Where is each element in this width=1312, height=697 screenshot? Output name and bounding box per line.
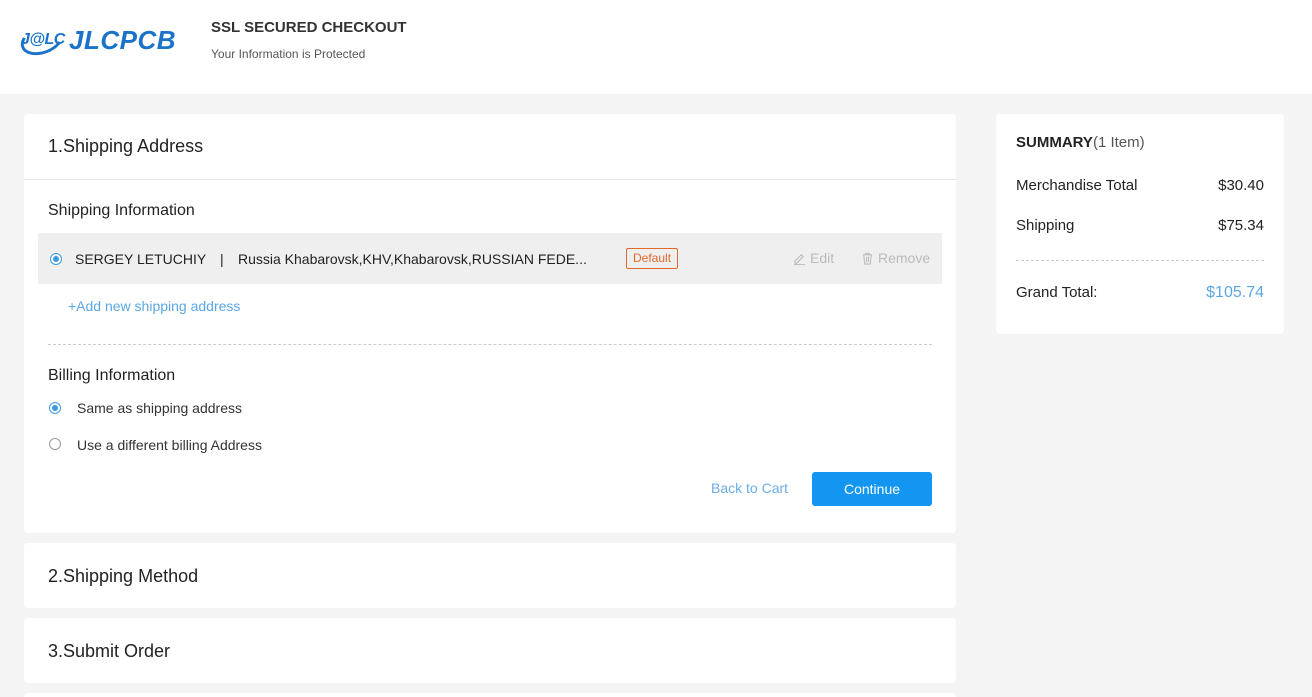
next-card bbox=[24, 693, 956, 697]
shipping-cost-value: $75.34 bbox=[1218, 217, 1264, 234]
grand-total-label: Grand Total: bbox=[1016, 284, 1098, 301]
merchandise-total-value: $30.40 bbox=[1218, 177, 1264, 194]
billing-different-radio[interactable] bbox=[49, 438, 61, 450]
jlcpcb-logo[interactable]: J@LC JLCPCB bbox=[16, 19, 179, 61]
merchandise-total-row: Merchandise Total $30.40 bbox=[1016, 177, 1264, 194]
summary-title: SUMMARY(1 Item) bbox=[1016, 134, 1145, 151]
submit-order-title: 3.Submit Order bbox=[48, 641, 171, 661]
dashed-divider bbox=[48, 344, 932, 345]
remove-label: Remove bbox=[878, 250, 931, 266]
address-row[interactable]: SERGEY LETUCHIY | Russia Khabarovsk,KHV,… bbox=[38, 233, 942, 284]
billing-same-label[interactable]: Same as shipping address bbox=[77, 400, 242, 416]
pencil-icon bbox=[793, 253, 806, 265]
grand-total-value: $105.74 bbox=[1206, 284, 1264, 301]
address-name: SERGEY LETUCHIY bbox=[75, 251, 207, 267]
shipping-cost-label: Shipping bbox=[1016, 217, 1075, 234]
shipping-cost-row: Shipping $75.34 bbox=[1016, 217, 1264, 234]
add-shipping-address-link[interactable]: +Add new shipping address bbox=[68, 298, 240, 314]
grand-total-row: Grand Total: $105.74 bbox=[1016, 284, 1264, 302]
address-separator: | bbox=[220, 251, 224, 267]
shipping-address-card: 1.Shipping Address Shipping Information … bbox=[24, 114, 956, 533]
submit-order-card[interactable]: 3.Submit Order bbox=[24, 618, 956, 683]
merchandise-total-label: Merchandise Total bbox=[1016, 177, 1138, 194]
back-to-cart-link[interactable]: Back to Cart bbox=[711, 480, 788, 496]
edit-label: Edit bbox=[810, 250, 835, 266]
billing-information-label: Billing Information bbox=[48, 367, 176, 384]
billing-different-label[interactable]: Use a different billing Address bbox=[77, 437, 262, 453]
summary-divider bbox=[1016, 260, 1264, 261]
edit-button[interactable]: Edit bbox=[793, 250, 834, 266]
shipping-information-label: Shipping Information bbox=[48, 202, 195, 219]
shipping-method-title: 2.Shipping Method bbox=[48, 566, 199, 586]
billing-same-radio[interactable] bbox=[49, 402, 61, 414]
trash-icon bbox=[862, 252, 873, 265]
logo-mark: J@LC bbox=[16, 19, 68, 61]
checkout-subtitle: Your Information is Protected bbox=[211, 47, 366, 61]
address-radio[interactable] bbox=[50, 253, 62, 265]
order-summary-card: SUMMARY(1 Item) Merchandise Total $30.40… bbox=[996, 114, 1284, 334]
summary-item-count: (1 Item) bbox=[1092, 134, 1145, 151]
default-badge: Default bbox=[626, 248, 679, 269]
remove-button[interactable]: Remove bbox=[861, 250, 930, 266]
address-text: Russia Khabarovsk,KHV,Khabarovsk,RUSSIAN… bbox=[238, 251, 587, 267]
continue-button[interactable]: Continue bbox=[812, 472, 932, 506]
shipping-address-title[interactable]: 1.Shipping Address bbox=[48, 136, 203, 157]
summary-heading: SUMMARY bbox=[1016, 134, 1093, 151]
checkout-title: SSL SECURED CHECKOUT bbox=[211, 19, 407, 36]
divider bbox=[24, 179, 956, 180]
header: J@LC JLCPCB SSL SECURED CHECKOUT Your In… bbox=[0, 0, 1312, 94]
shipping-method-card[interactable]: 2.Shipping Method bbox=[24, 543, 956, 608]
logo-mark-text: J@LC bbox=[21, 31, 65, 48]
logo-text: JLCPCB bbox=[69, 24, 177, 55]
